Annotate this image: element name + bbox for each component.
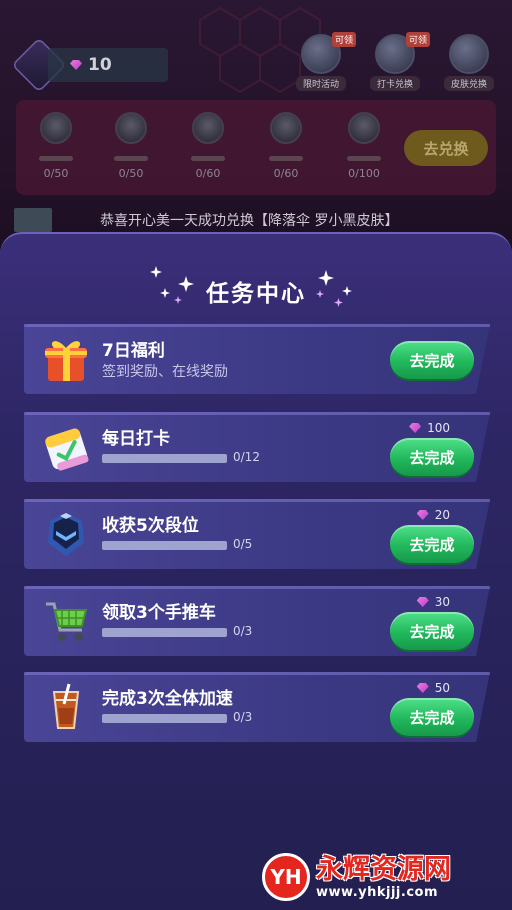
- skin-icon: [449, 34, 489, 74]
- rank-count: 0/60: [195, 167, 221, 180]
- checkin-exchange-label: 打卡兑换: [370, 76, 420, 91]
- rank-slot: 0/50: [109, 112, 153, 180]
- claimable-tag: 可领: [405, 32, 430, 47]
- task-center-sheet: 任务中心 7日福利 签到奖励、在线奖励 去完成 每日打卡 0/12 100 去完…: [0, 232, 512, 910]
- limited-event-label: 限时活动: [296, 76, 346, 91]
- gem-icon: [416, 683, 429, 693]
- reward-amount: 100: [427, 421, 450, 435]
- gift-icon: [45, 341, 87, 381]
- task-subtitle: 签到奖励、在线奖励: [102, 364, 228, 380]
- task-title: 每日打卡: [102, 429, 170, 449]
- task-progress-text: 0/5: [233, 537, 253, 551]
- rank-progress-bar: [39, 156, 73, 161]
- rank-exchange-panel: 0/50 0/50 0/60 0/60 0/100 去兑换: [16, 100, 496, 195]
- task-title: 领取3个手推车: [102, 603, 216, 623]
- go-complete-button[interactable]: 去完成: [390, 525, 474, 563]
- rank-slot: 0/50: [34, 112, 78, 180]
- page-title: 任务中心: [206, 281, 306, 307]
- reward-amount: 50: [434, 681, 450, 695]
- limited-event-button[interactable]: 限时活动 可领: [296, 32, 356, 92]
- rank-count: 0/60: [273, 167, 299, 180]
- go-complete-button[interactable]: 去完成: [390, 341, 474, 379]
- calendar-check-icon: [45, 428, 89, 471]
- ticker-icon: [14, 208, 52, 232]
- task-progress-bar: [102, 714, 227, 723]
- gem-icon: [416, 597, 429, 607]
- rank-badge-icon: [40, 112, 72, 144]
- task-progress-text: 0/3: [233, 710, 253, 724]
- gem-icon: [416, 510, 429, 520]
- watermark-logo: YH: [262, 853, 310, 901]
- rank-slot: 0/100: [342, 112, 386, 180]
- task-progress-bar: [102, 541, 227, 550]
- skin-exchange-label: 皮肤兑换: [444, 76, 494, 91]
- ticker-text: 恭喜开心美一天成功兑换【降落伞 罗小黑皮肤】: [100, 213, 399, 229]
- rank-progress-bar: [191, 156, 225, 161]
- site-watermark: YH 永辉资源网 www.yhkjjj.com: [262, 852, 512, 902]
- go-complete-button[interactable]: 去完成: [390, 698, 474, 736]
- watermark-name: 永辉资源网: [316, 853, 451, 885]
- rank-helmet-icon: [48, 513, 84, 556]
- rank-progress-bar: [269, 156, 303, 161]
- skin-exchange-button[interactable]: 皮肤兑换: [444, 34, 494, 92]
- checkin-exchange-button[interactable]: 打卡兑换 可领: [370, 32, 430, 92]
- gem-balance: 10: [48, 48, 168, 82]
- watermark-url: www.yhkjjj.com: [316, 884, 439, 900]
- shopping-cart-icon: [46, 602, 88, 641]
- drink-cup-icon: [52, 683, 80, 729]
- task-title: 收获5次段位: [102, 516, 199, 536]
- rank-progress-bar: [347, 156, 381, 161]
- rank-slot: 0/60: [264, 112, 308, 180]
- go-complete-button[interactable]: 去完成: [390, 612, 474, 650]
- task-title: 完成3次全体加速: [102, 689, 233, 709]
- task-progress-text: 0/3: [233, 624, 253, 638]
- go-complete-button[interactable]: 去完成: [390, 438, 474, 476]
- rank-badge-icon: [115, 112, 147, 144]
- gem-icon: [70, 60, 82, 70]
- rank-count: 0/50: [43, 167, 69, 180]
- task-title: 7日福利: [102, 341, 165, 361]
- reward-amount: 20: [434, 508, 450, 522]
- task-card-daily-checkin: 每日打卡 0/12 100 去完成: [24, 412, 490, 482]
- task-reward: 100: [409, 421, 450, 435]
- exchange-button[interactable]: 去兑换: [404, 130, 488, 166]
- task-progress-bar: [102, 454, 227, 463]
- task-card-global-boost: 完成3次全体加速 0/3 50 去完成: [24, 672, 490, 742]
- rank-slot: 0/60: [186, 112, 230, 180]
- task-card-weekly-welfare: 7日福利 签到奖励、在线奖励 去完成: [24, 324, 490, 394]
- background-screen: 10 限时活动 可领 打卡兑换 可领 皮肤兑换 0/50 0/50 0/60 0…: [0, 0, 512, 260]
- task-reward: 20: [416, 508, 450, 522]
- rank-badge-icon: [348, 112, 380, 144]
- gem-count: 10: [88, 55, 112, 75]
- task-reward: 30: [416, 595, 450, 609]
- task-reward: 50: [416, 681, 450, 695]
- task-card-shopping-carts: 领取3个手推车 0/3 30 去完成: [24, 586, 490, 656]
- rank-badge-icon: [270, 112, 302, 144]
- rank-progress-bar: [114, 156, 148, 161]
- rank-count: 0/100: [348, 167, 380, 180]
- claimable-tag: 可领: [331, 32, 356, 47]
- rank-count: 0/50: [118, 167, 144, 180]
- rank-badge-icon: [192, 112, 224, 144]
- task-progress-bar: [102, 628, 227, 637]
- task-progress-text: 0/12: [233, 450, 260, 464]
- task-card-rank-harvest: 收获5次段位 0/5 20 去完成: [24, 499, 490, 569]
- reward-amount: 30: [434, 595, 450, 609]
- gem-icon: [409, 423, 422, 433]
- announcement-ticker: 恭喜开心美一天成功兑换【降落伞 罗小黑皮肤】: [0, 206, 512, 234]
